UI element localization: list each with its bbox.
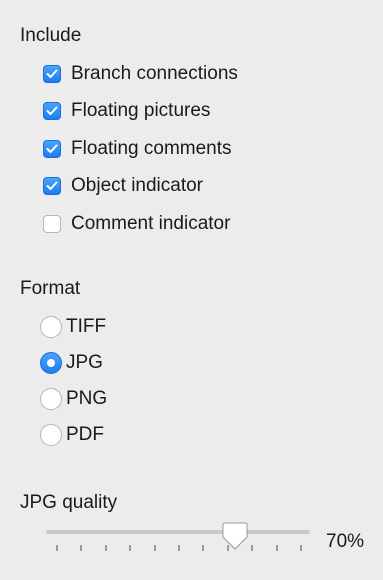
checkbox-checked-icon[interactable]: [43, 140, 61, 158]
export-options-panel: Include Branch connections Floating pict…: [0, 0, 383, 580]
checkbox-label: Floating pictures: [71, 100, 211, 121]
radio-unselected-icon[interactable]: [40, 316, 62, 338]
quality-slider-track[interactable]: [46, 530, 310, 534]
radio-unselected-icon[interactable]: [40, 388, 62, 410]
radio-tiff[interactable]: TIFF: [40, 314, 106, 340]
slider-tick: [202, 545, 204, 551]
checkbox-label: Object indicator: [71, 175, 204, 196]
checkbox-label: Floating comments: [71, 138, 232, 159]
quality-value: 70%: [326, 531, 365, 552]
checkbox-floating-comments[interactable]: Floating comments: [43, 136, 232, 162]
checkbox-branch-connections[interactable]: Branch connections: [43, 61, 238, 87]
slider-tick: [178, 545, 180, 551]
radio-label: PDF: [66, 424, 104, 445]
checkbox-label: Branch connections: [71, 63, 238, 84]
radio-png[interactable]: PNG: [40, 386, 107, 412]
slider-tick: [251, 545, 253, 551]
slider-tick: [300, 545, 302, 551]
checkbox-object-indicator[interactable]: Object indicator: [43, 173, 203, 199]
checkbox-unchecked-icon[interactable]: [43, 215, 61, 233]
checkbox-floating-pictures[interactable]: Floating pictures: [43, 98, 210, 124]
quality-slider-thumb[interactable]: [222, 521, 248, 551]
radio-selected-icon[interactable]: [40, 352, 62, 374]
jpg-quality-title: JPG quality: [20, 492, 118, 513]
format-section-title: Format: [20, 278, 81, 299]
include-section-title: Include: [20, 25, 82, 46]
radio-jpg[interactable]: JPG: [40, 350, 103, 376]
quality-slider-ticks: [46, 545, 310, 551]
checkbox-checked-icon[interactable]: [43, 65, 61, 83]
radio-label: JPG: [66, 352, 103, 373]
slider-tick: [80, 545, 82, 551]
checkbox-label: Comment indicator: [71, 213, 231, 234]
radio-pdf[interactable]: PDF: [40, 422, 104, 448]
slider-tick: [56, 545, 58, 551]
checkbox-checked-icon[interactable]: [43, 102, 61, 120]
slider-tick: [276, 545, 278, 551]
radio-label: PNG: [66, 388, 108, 409]
checkbox-comment-indicator[interactable]: Comment indicator: [43, 211, 230, 237]
radio-unselected-icon[interactable]: [40, 424, 62, 446]
checkbox-checked-icon[interactable]: [43, 177, 61, 195]
slider-tick: [129, 545, 131, 551]
radio-dot: [47, 359, 55, 367]
slider-tick: [154, 545, 156, 551]
radio-label: TIFF: [66, 316, 107, 337]
slider-tick: [105, 545, 107, 551]
